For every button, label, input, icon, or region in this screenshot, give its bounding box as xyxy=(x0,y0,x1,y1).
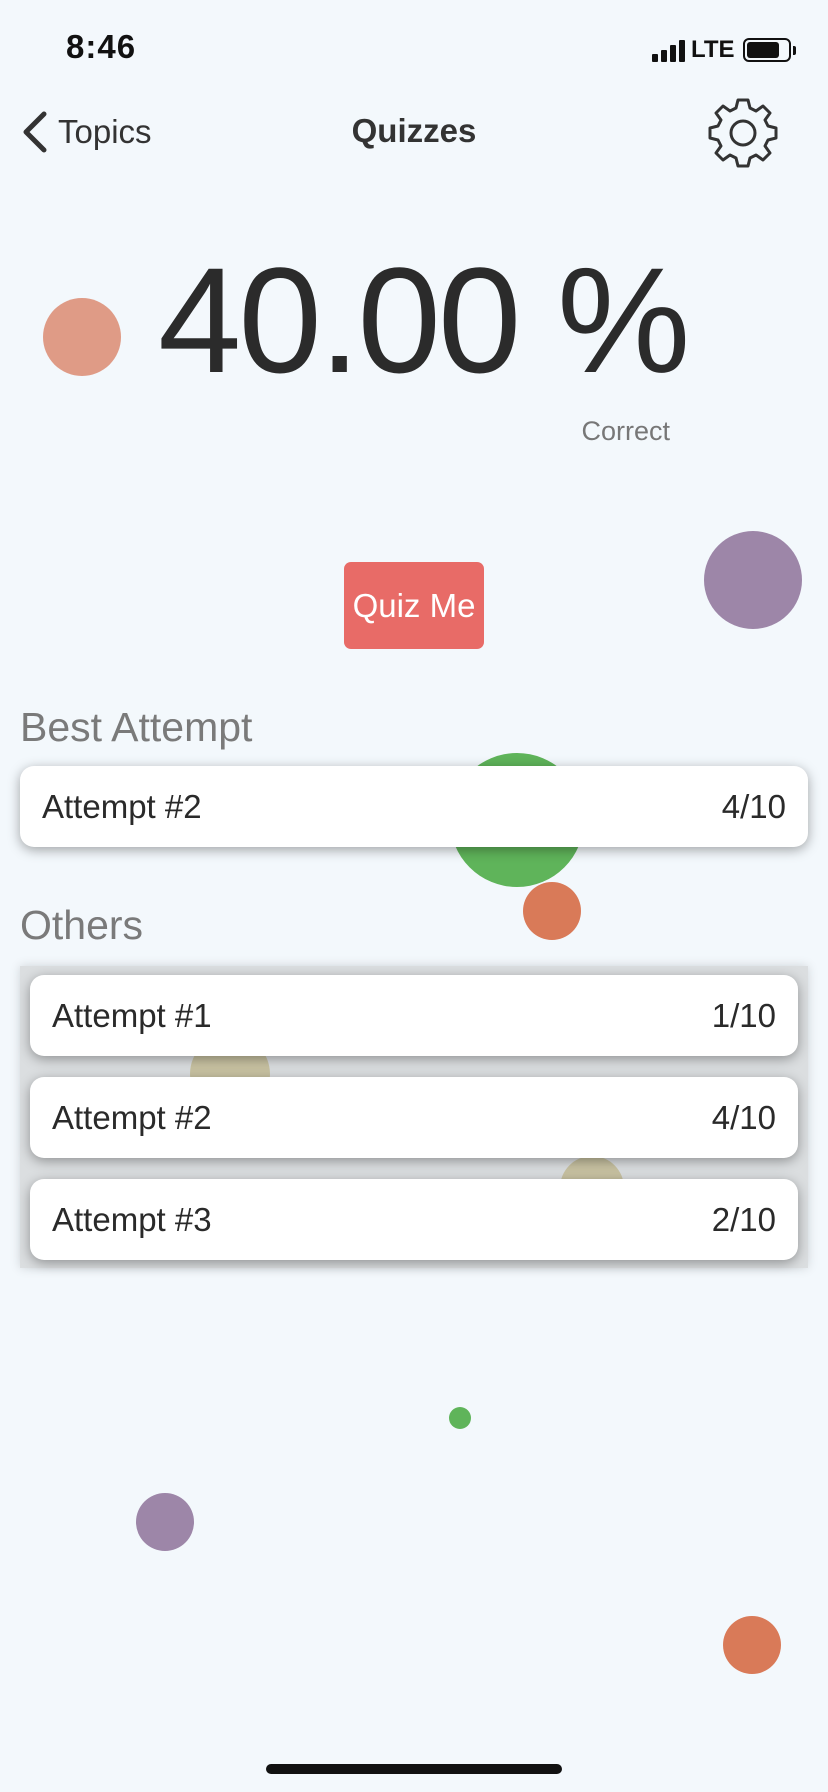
attempt-label: Attempt #3 xyxy=(52,1200,212,1238)
decorative-bubble-orange-bottom xyxy=(723,1616,781,1674)
score-caption: Correct xyxy=(581,416,670,446)
decorative-bubble-salmon xyxy=(43,298,121,376)
list-item[interactable]: Attempt #3 2/10 xyxy=(30,1179,798,1260)
status-time: 8:46 xyxy=(66,28,137,65)
attempt-score: 1/10 xyxy=(711,996,776,1034)
score-percentage: 40.00 % xyxy=(158,236,690,404)
attempt-score: 4/10 xyxy=(721,787,786,825)
signal-icon xyxy=(652,38,685,62)
decorative-bubble-green-small xyxy=(449,1407,471,1429)
status-indicators: LTE xyxy=(652,36,796,64)
settings-button[interactable] xyxy=(706,96,780,170)
decorative-bubble-purple-small xyxy=(136,1493,194,1551)
attempt-score: 2/10 xyxy=(711,1200,776,1238)
gear-icon xyxy=(708,98,778,168)
list-item[interactable]: Attempt #1 1/10 xyxy=(30,975,798,1056)
others-heading: Others xyxy=(20,902,144,948)
quiz-me-button[interactable]: Quiz Me xyxy=(344,562,484,649)
page-title: Quizzes xyxy=(351,112,477,149)
home-indicator xyxy=(266,1764,562,1774)
list-item[interactable]: Attempt #2 4/10 xyxy=(30,1077,798,1158)
best-attempt-heading: Best Attempt xyxy=(20,704,253,750)
decorative-bubble-orange xyxy=(523,882,581,940)
battery-icon xyxy=(742,38,796,62)
attempt-label: Attempt #1 xyxy=(52,996,212,1034)
attempt-score: 4/10 xyxy=(711,1098,776,1136)
decorative-bubble-purple-large xyxy=(704,531,802,629)
attempt-label: Attempt #2 xyxy=(52,1098,212,1136)
best-attempt-card[interactable]: Attempt #2 4/10 xyxy=(20,766,808,847)
attempt-label: Attempt #2 xyxy=(42,787,202,825)
network-label: LTE xyxy=(691,36,735,63)
